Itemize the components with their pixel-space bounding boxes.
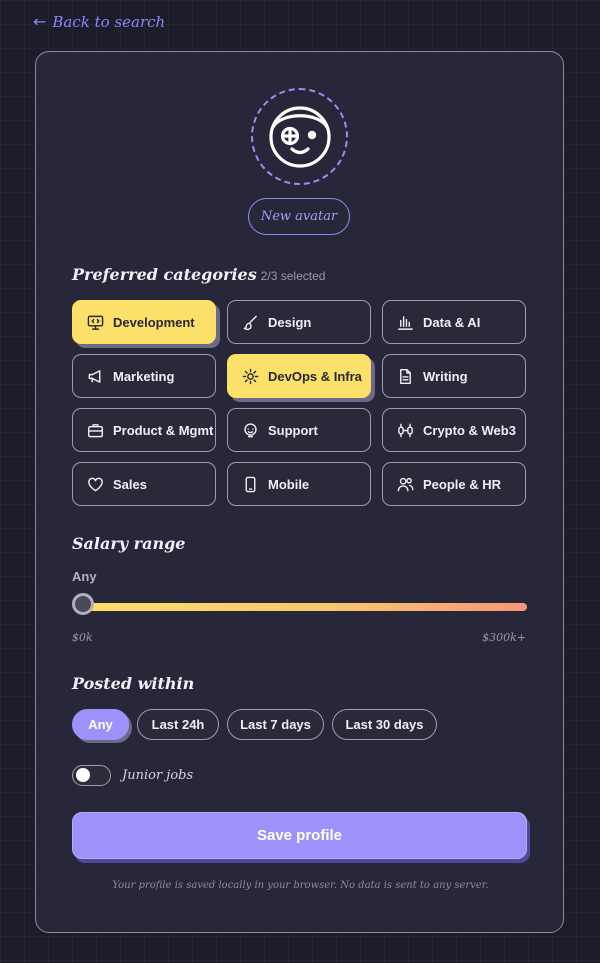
salary-slider-track[interactable] (82, 603, 527, 611)
save-profile-button[interactable]: Save profile (72, 812, 527, 859)
chain-icon (398, 423, 413, 437)
bar-chart-icon (398, 315, 413, 330)
chip-label: Sales (113, 476, 147, 492)
category-devops-infra[interactable]: DevOps & Infra (227, 354, 371, 398)
category-support[interactable]: Support (227, 408, 371, 452)
privacy-note: Your profile is saved locally in your br… (112, 880, 489, 891)
chip-label: Support (268, 422, 318, 438)
chip-label: DevOps & Infra (268, 368, 362, 384)
chip-label: Product & Mgmt (113, 422, 214, 438)
salary-slider-thumb[interactable] (72, 593, 94, 615)
chip-label: Marketing (113, 368, 175, 384)
salary-value: Any (72, 569, 97, 584)
phone-icon (245, 476, 256, 492)
category-data-ai[interactable]: Data & AI (382, 300, 526, 344)
headset-icon (244, 422, 257, 437)
new-avatar-button[interactable]: New avatar (248, 198, 350, 235)
posted-heading: Posted within (72, 674, 195, 693)
categories-heading: Preferred categories 2/3 selected (72, 265, 325, 284)
toggle-knob (76, 768, 90, 782)
salary-heading: Salary range (72, 534, 186, 553)
heart-icon (88, 477, 103, 491)
chip-label: Data & AI (423, 314, 481, 330)
chip-label: Development (113, 314, 195, 330)
junior-jobs-toggle[interactable] (72, 765, 111, 786)
chip-label: People & HR (423, 476, 502, 492)
chip-label: Design (268, 314, 312, 330)
gear-icon (242, 368, 259, 384)
salary-min-label: $0k (72, 631, 93, 644)
salary-max-label: $300k+ (482, 631, 526, 644)
category-crypto-web3[interactable]: Crypto & Web3 (382, 408, 526, 452)
chip-label: Mobile (268, 476, 310, 492)
category-development[interactable]: Development (72, 300, 216, 344)
brush-icon (243, 315, 257, 330)
briefcase-icon (87, 423, 104, 437)
face-with-headband-icon (268, 105, 331, 168)
category-sales[interactable]: Sales (72, 462, 216, 506)
chip-label: Crypto & Web3 (423, 422, 516, 438)
avatar (251, 88, 348, 185)
category-product-mgmt[interactable]: Product & Mgmt (72, 408, 216, 452)
categories-title: Preferred categories (72, 265, 257, 284)
back-to-search-link[interactable]: ← Back to search (33, 12, 165, 31)
category-marketing[interactable]: Marketing (72, 354, 216, 398)
category-writing[interactable]: Writing (382, 354, 526, 398)
category-design[interactable]: Design (227, 300, 371, 344)
posted-24h-button[interactable]: Last 24h (137, 709, 219, 740)
back-arrow-icon: ← (33, 12, 47, 31)
posted-7-days-button[interactable]: Last 7 days (227, 709, 324, 740)
junior-jobs-label: Junior jobs (122, 768, 194, 783)
profile-card: New avatar Preferred categories 2/3 selec… (35, 51, 564, 933)
monitor-code-icon (87, 315, 104, 330)
posted-30-days-button[interactable]: Last 30 days (332, 709, 437, 740)
people-icon (397, 477, 414, 491)
chip-label: Writing (423, 368, 468, 384)
categories-count: 2/3 selected (260, 269, 326, 283)
category-people-hr[interactable]: People & HR (382, 462, 526, 506)
megaphone-icon (88, 369, 101, 383)
category-mobile[interactable]: Mobile (227, 462, 371, 506)
back-link-label: Back to search (52, 12, 166, 31)
document-icon (400, 368, 411, 384)
posted-any-button[interactable]: Any (72, 709, 129, 740)
